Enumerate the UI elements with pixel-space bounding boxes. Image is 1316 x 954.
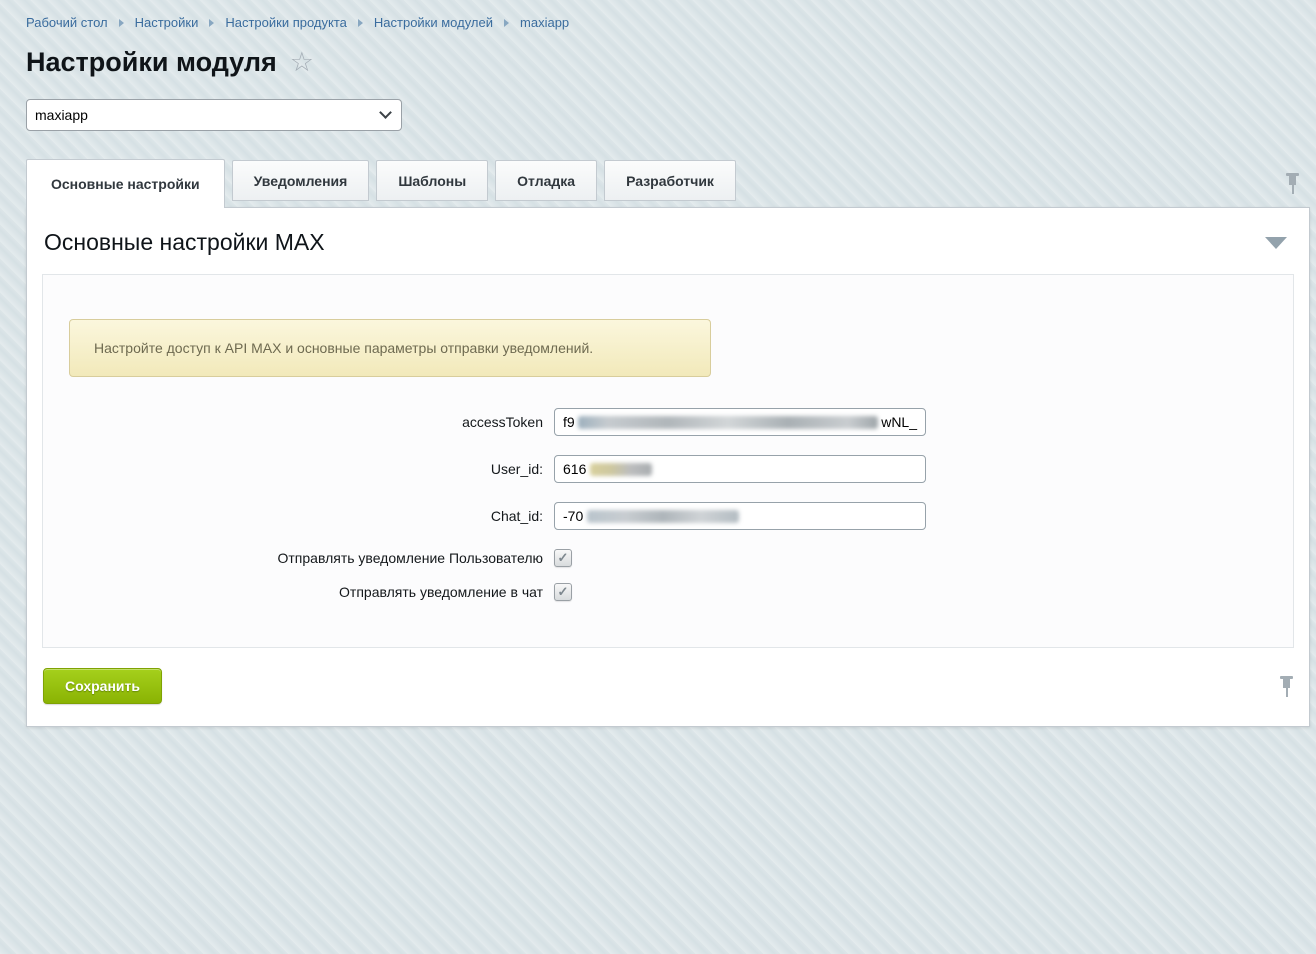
chat-id-input[interactable]: -70 xyxy=(554,502,926,530)
checkmark-icon: ✓ xyxy=(558,551,569,564)
breadcrumb-arrow-icon xyxy=(119,19,124,27)
checkmark-icon: ✓ xyxy=(558,585,569,598)
redacted-value-blur xyxy=(590,463,652,476)
save-row: Сохранить xyxy=(27,648,1309,726)
form-row-chat-id: Chat_id: -70 xyxy=(69,502,1293,530)
save-button[interactable]: Сохранить xyxy=(43,668,162,704)
access-token-label: accessToken xyxy=(69,414,543,430)
tab-templates[interactable]: Шаблоны xyxy=(376,160,488,201)
notify-user-label: Отправлять уведомление Пользователю xyxy=(69,550,543,566)
pin-icon-part xyxy=(1286,688,1288,697)
breadcrumb-item-settings[interactable]: Настройки xyxy=(135,15,199,30)
settings-fieldset: Настройте доступ к API MAX и основные па… xyxy=(42,274,1294,648)
tab-developer[interactable]: Разработчик xyxy=(604,160,736,201)
favorite-star-icon[interactable]: ☆ xyxy=(290,49,314,76)
redacted-value-blur xyxy=(587,510,739,523)
breadcrumb-arrow-icon xyxy=(504,19,509,27)
pin-icon-part xyxy=(1283,679,1290,688)
breadcrumb-item-maxiapp[interactable]: maxiapp xyxy=(520,15,569,30)
user-id-input[interactable]: 616 xyxy=(554,455,926,483)
user-id-label: User_id: xyxy=(69,461,543,477)
title-row: Настройки модуля ☆ xyxy=(0,30,1316,78)
redacted-value-blur xyxy=(578,416,879,429)
breadcrumb-item-module-settings[interactable]: Настройки модулей xyxy=(374,15,493,30)
page-title: Настройки модуля xyxy=(26,47,277,78)
tab-main-settings[interactable]: Основные настройки xyxy=(26,159,225,208)
form-row-user-id: User_id: 616 xyxy=(69,455,1293,483)
page: Рабочий стол Настройки Настройки продукт… xyxy=(0,0,1316,954)
chat-id-value-prefix: -70 xyxy=(563,508,583,524)
breadcrumb-item-desktop[interactable]: Рабочий стол xyxy=(26,15,108,30)
tab-debug[interactable]: Отладка xyxy=(495,160,597,201)
access-token-input[interactable]: f9 wNL_ xyxy=(554,408,926,436)
notify-chat-checkbox[interactable]: ✓ xyxy=(554,583,572,601)
breadcrumb: Рабочий стол Настройки Настройки продукт… xyxy=(0,0,1316,30)
info-notice: Настройте доступ к API MAX и основные па… xyxy=(69,319,711,377)
breadcrumb-arrow-icon xyxy=(358,19,363,27)
access-token-value-suffix: wNL_ xyxy=(881,414,917,430)
pin-icon[interactable] xyxy=(1280,676,1293,697)
pin-icon-part xyxy=(1292,185,1294,194)
section-title: Основные настройки MAX xyxy=(44,229,325,256)
section-header: Основные настройки MAX xyxy=(27,208,1309,274)
check-row-notify-user: Отправлять уведомление Пользователю ✓ xyxy=(69,549,1293,567)
check-row-notify-chat: Отправлять уведомление в чат ✓ xyxy=(69,583,1293,601)
settings-panel: Основные настройки MAX Настройте доступ … xyxy=(26,207,1310,727)
access-token-value-prefix: f9 xyxy=(563,414,575,430)
pin-icon-part xyxy=(1289,176,1296,185)
collapse-chevron-down-icon[interactable] xyxy=(1265,237,1287,249)
user-id-value-prefix: 616 xyxy=(563,461,586,477)
module-select-wrap: maxiapp xyxy=(26,99,402,131)
notify-chat-label: Отправлять уведомление в чат xyxy=(69,584,543,600)
tab-bar: Основные настройки Уведомления Шаблоны О… xyxy=(0,157,1316,207)
tab-notifications[interactable]: Уведомления xyxy=(232,160,370,201)
notify-user-checkbox[interactable]: ✓ xyxy=(554,549,572,567)
chat-id-label: Chat_id: xyxy=(69,508,543,524)
module-select[interactable]: maxiapp xyxy=(26,99,402,131)
breadcrumb-item-product-settings[interactable]: Настройки продукта xyxy=(225,15,347,30)
form-row-access-token: accessToken f9 wNL_ xyxy=(69,408,1293,436)
breadcrumb-arrow-icon xyxy=(209,19,214,27)
pin-icon[interactable] xyxy=(1286,173,1299,194)
